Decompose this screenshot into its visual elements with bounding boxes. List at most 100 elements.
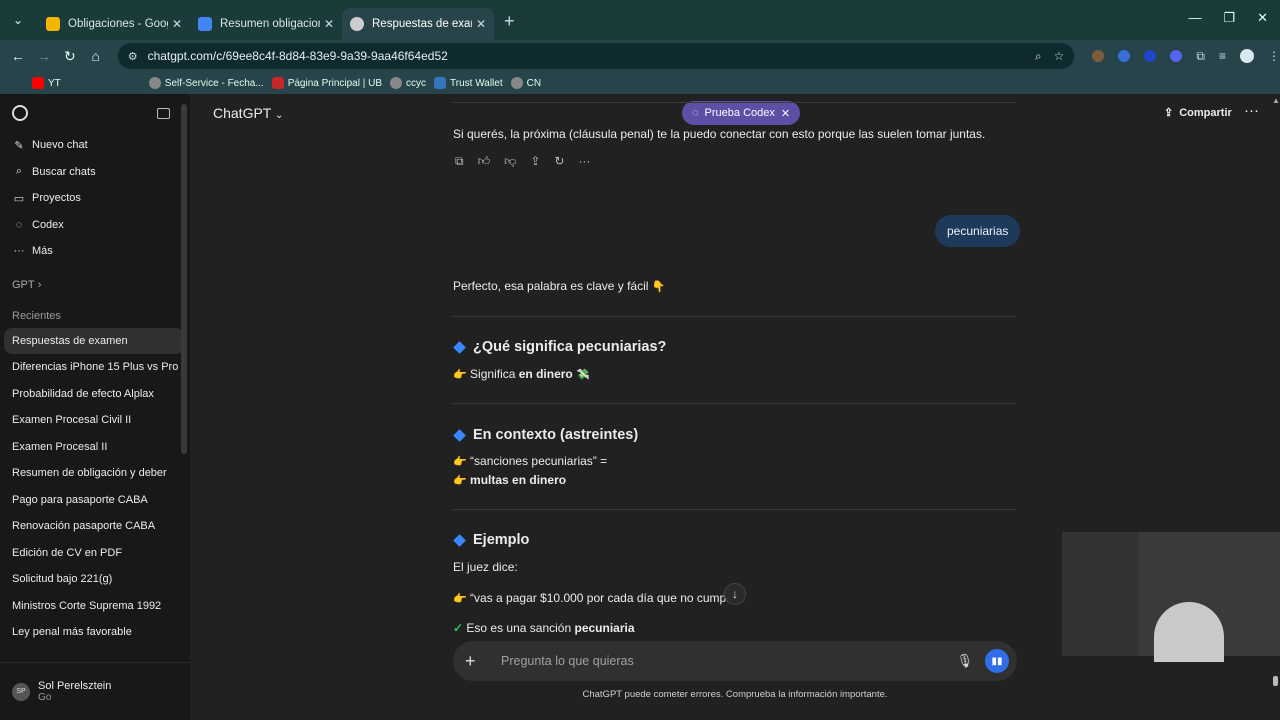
assistant-text: 👉 multas en dinero [453, 473, 567, 487]
globe-icon [390, 77, 403, 89]
copy-icon[interactable]: ⧉ [455, 154, 464, 169]
scroll-down-button[interactable]: ↓ [724, 583, 746, 605]
recent-chat-item[interactable]: Respuestas de examen [4, 327, 184, 354]
recent-chat-item[interactable]: Diferencias iPhone 15 Plus vs Pro [4, 354, 184, 381]
tab-drive[interactable]: Obligaciones - Google Drive ✕ [38, 8, 190, 40]
recent-chat-item[interactable]: Pago para pasaporte CABA [4, 487, 184, 514]
recent-chat-item[interactable]: Renovación pasaporte CABA [4, 513, 184, 540]
pointing-right-emoji-icon: 👉 [453, 369, 467, 381]
sidebar-item-projects[interactable]: ▭ Proyectos [0, 185, 190, 212]
extension-icon[interactable] [1144, 50, 1157, 62]
new-tab-icon[interactable]: + [504, 11, 515, 32]
home-icon[interactable]: ⌂ [84, 48, 108, 64]
sidebar-gpt-section[interactable]: GPT › [0, 272, 190, 298]
recent-label: Recientes [12, 309, 61, 322]
user-profile[interactable]: SP Sol Perelsztein Go [0, 662, 190, 720]
drive-icon [46, 17, 60, 31]
microphone-icon[interactable]: 🎙︎ [956, 653, 973, 669]
minimize-icon[interactable]: — [1188, 10, 1201, 26]
profile-avatar[interactable] [1240, 49, 1255, 63]
more-icon[interactable]: ··· [578, 154, 590, 169]
tab-chatgpt[interactable]: Respuestas de examen ✕ [342, 8, 494, 40]
tab-search-icon[interactable]: ⌄ [4, 6, 32, 34]
youtube-icon [32, 77, 44, 89]
plus-icon[interactable]: + [465, 651, 481, 672]
thumbs-up-icon[interactable]: 👍︎ [478, 154, 491, 169]
thumbs-down-icon[interactable]: 👎︎ [504, 154, 516, 169]
user-message-bubble: pecuniarias [935, 215, 1021, 247]
recent-chat-item[interactable]: Probabilidad de efecto Alplax [4, 381, 184, 408]
reading-list-icon[interactable]: ≡ [1219, 49, 1226, 63]
close-icon[interactable]: ✕ [172, 17, 182, 31]
composer: + 🎙︎ ▮▮ [453, 641, 1017, 681]
openai-logo-icon[interactable] [12, 105, 28, 121]
codex-icon: ◌ [692, 107, 699, 119]
recent-chat-item[interactable]: Examen Procesal II [4, 434, 184, 461]
codex-promo-pill[interactable]: ◌ Prueba Codex ✕ [682, 101, 801, 125]
recent-chat-item[interactable]: Solicitud bajo 221(g) [4, 566, 184, 593]
close-window-icon[interactable]: ✕ [1257, 10, 1268, 26]
bookmark-ub[interactable]: Página Principal | UB [271, 77, 382, 89]
scroll-up-icon[interactable]: ▲ [1272, 96, 1280, 105]
reload-icon[interactable]: ↻ [58, 48, 82, 65]
user-plan: Go [38, 692, 52, 703]
section-heading: ¿Qué significa pecuniarias? [453, 339, 666, 355]
recent-list: Respuestas de examen Diferencias iPhone … [0, 327, 190, 646]
recent-chat-item[interactable]: Resumen de obligación y deber [4, 460, 184, 487]
site-info-icon[interactable]: ⚙ [128, 50, 138, 63]
edit-icon: ✎ [14, 139, 24, 152]
avatar: SP [12, 682, 30, 701]
blue-diamond-icon [453, 533, 466, 547]
sidebar-item-search[interactable]: ⌕ Buscar chats [0, 159, 190, 186]
close-sidebar-icon[interactable] [157, 107, 170, 119]
browser-menu-icon[interactable]: ⋮ [1268, 49, 1280, 63]
extension-icon[interactable] [1118, 50, 1131, 62]
scrollbar-thumb[interactable] [1273, 676, 1278, 686]
bookmark-trust-wallet[interactable]: Trust Wallet [434, 77, 503, 89]
bookmarks-bar: YT Self-Service - Fecha... Página Princi… [0, 72, 1280, 94]
window-controls: — ❐ ✕ [1188, 10, 1280, 26]
bookmark-self-service[interactable]: Self-Service - Fecha... [148, 77, 264, 89]
extension-icon[interactable] [1170, 50, 1183, 62]
puzzle-icon[interactable]: ⧉ [1196, 49, 1205, 64]
recent-chat-item[interactable]: Ley penal más favorable [4, 619, 184, 646]
forward-icon[interactable]: → [32, 48, 56, 64]
restore-icon[interactable]: ❐ [1223, 10, 1235, 26]
sidebar-scrollbar[interactable] [181, 104, 187, 454]
more-options-icon[interactable]: ··· [1244, 102, 1259, 119]
divider [453, 316, 1016, 317]
back-icon[interactable]: ← [6, 48, 30, 64]
divider [453, 102, 1016, 103]
share-button[interactable]: ⇪ Compartir [1164, 106, 1232, 120]
recent-chat-item[interactable]: Ministros Corte Suprema 1992 [4, 593, 184, 620]
bookmark-cn[interactable]: CN [510, 77, 541, 89]
extension-icon[interactable] [1092, 50, 1105, 62]
prompt-input[interactable] [501, 654, 957, 668]
bookmark-ccyc[interactable]: ccyc [390, 77, 426, 89]
recent-chat-item[interactable]: Edición de CV en PDF [4, 540, 184, 567]
regenerate-icon[interactable]: ↻ [554, 154, 564, 169]
tab-title: Resumen obligaciones - Docum [220, 18, 320, 30]
chatgpt-favicon-icon [350, 17, 364, 31]
share-icon[interactable]: ⇪ [530, 154, 540, 169]
section-heading: En contexto (astreintes) [453, 427, 638, 443]
close-icon[interactable]: ✕ [324, 17, 334, 31]
tab-docs[interactable]: Resumen obligaciones - Docum ✕ [190, 8, 342, 40]
zoom-icon[interactable]: ⌕ [1035, 49, 1042, 64]
page-scrollbar[interactable]: ▲ [1272, 96, 1280, 696]
sidebar-item-more[interactable]: ··· Más [0, 238, 190, 265]
voice-mode-button[interactable]: ▮▮ [985, 649, 1009, 673]
model-selector[interactable]: ChatGPT ⌄ [213, 105, 283, 121]
assistant-text: Perfecto, esa palabra es clave y fácil 👇 [453, 279, 666, 293]
sidebar-item-codex[interactable]: ◌ Codex [0, 212, 190, 239]
pointing-down-emoji-icon: 👇 [651, 281, 666, 293]
browser-toolbar: ← → ↻ ⌂ ⚙ chatgpt.com/c/69ee8c4f-8d84-83… [0, 40, 1280, 72]
address-bar[interactable]: ⚙ chatgpt.com/c/69ee8c4f-8d84-83e9-9a39-… [117, 43, 1075, 69]
sidebar-item-new-chat[interactable]: ✎ Nuevo chat [0, 132, 190, 159]
bookmark-star-icon[interactable]: ☆ [1054, 49, 1065, 64]
bookmark-youtube[interactable]: YT [32, 77, 61, 89]
pointing-right-emoji-icon: 👉 [453, 593, 467, 605]
close-icon[interactable]: ✕ [476, 17, 486, 31]
close-icon[interactable]: ✕ [781, 107, 790, 120]
recent-chat-item[interactable]: Examen Procesal Civil II [4, 407, 184, 434]
